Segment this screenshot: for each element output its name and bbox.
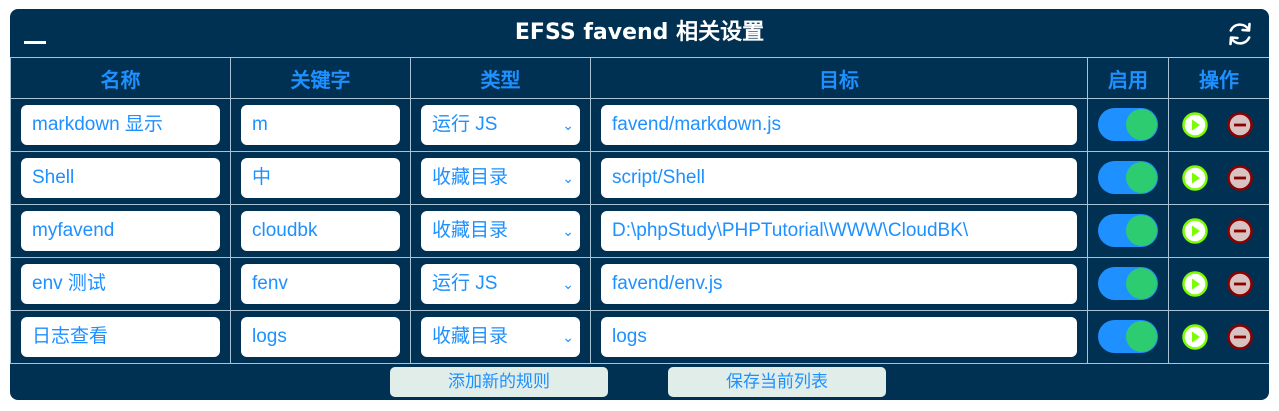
rule-name-input[interactable]: 日志查看 bbox=[21, 317, 220, 357]
chevron-down-icon: ⌄ bbox=[562, 329, 574, 345]
rule-type-value: 运行 JS bbox=[432, 114, 498, 135]
remove-icon[interactable] bbox=[1227, 324, 1253, 350]
rule-type-value: 收藏目录 bbox=[432, 220, 509, 241]
enabled-toggle[interactable] bbox=[1098, 320, 1158, 353]
add-rule-button[interactable]: 添加新的规则 bbox=[390, 367, 608, 397]
rule-type-select[interactable]: 收藏目录 ⌄ bbox=[421, 317, 580, 357]
enabled-toggle[interactable] bbox=[1098, 214, 1158, 247]
play-icon[interactable] bbox=[1182, 218, 1208, 244]
table-row: markdown 显示 m 运行 JS ⌄ favend/markdown.js bbox=[10, 98, 1269, 152]
title-bar: EFSS favend 相关设置 bbox=[10, 9, 1269, 57]
toggle-knob bbox=[1126, 109, 1157, 140]
rule-type-value: 运行 JS bbox=[432, 273, 498, 294]
rule-keyword-input[interactable]: m bbox=[241, 105, 400, 145]
rule-target-input[interactable]: D:\phpStudy\PHPTutorial\WWW\CloudBK\ bbox=[601, 211, 1077, 251]
rule-name-input[interactable]: Shell bbox=[21, 158, 220, 198]
enabled-toggle[interactable] bbox=[1098, 108, 1158, 141]
toggle-knob bbox=[1126, 321, 1157, 352]
refresh-icon[interactable] bbox=[1226, 20, 1254, 48]
rule-target-input[interactable]: script/Shell bbox=[601, 158, 1077, 198]
rule-target-input[interactable]: favend/env.js bbox=[601, 264, 1077, 304]
chevron-down-icon: ⌄ bbox=[562, 223, 574, 239]
column-header-enabled: 启用 bbox=[1087, 57, 1169, 99]
column-header-name: 名称 bbox=[10, 57, 231, 99]
table-row: Shell 中 收藏目录 ⌄ script/Shell bbox=[10, 151, 1269, 205]
rule-target-input[interactable]: favend/markdown.js bbox=[601, 105, 1077, 145]
rule-target-input[interactable]: logs bbox=[601, 317, 1077, 357]
rule-type-value: 收藏目录 bbox=[432, 326, 509, 347]
remove-icon[interactable] bbox=[1227, 271, 1253, 297]
toggle-knob bbox=[1126, 268, 1157, 299]
remove-icon[interactable] bbox=[1227, 165, 1253, 191]
rule-type-select[interactable]: 收藏目录 ⌄ bbox=[421, 158, 580, 198]
table-header-row: 名称 关键字 类型 目标 启用 操作 bbox=[10, 57, 1269, 99]
enabled-toggle[interactable] bbox=[1098, 267, 1158, 300]
chevron-down-icon: ⌄ bbox=[562, 276, 574, 292]
toggle-knob bbox=[1126, 215, 1157, 246]
enabled-toggle[interactable] bbox=[1098, 161, 1158, 194]
table-row: env 测试 fenv 运行 JS ⌄ favend/env.js bbox=[10, 257, 1269, 311]
remove-icon[interactable] bbox=[1227, 112, 1253, 138]
column-header-actions: 操作 bbox=[1168, 57, 1269, 99]
rule-type-select[interactable]: 运行 JS ⌄ bbox=[421, 105, 580, 145]
rule-name-input[interactable]: env 测试 bbox=[21, 264, 220, 304]
play-icon[interactable] bbox=[1182, 112, 1208, 138]
rule-type-select[interactable]: 收藏目录 ⌄ bbox=[421, 211, 580, 251]
rule-name-input[interactable]: myfavend bbox=[21, 211, 220, 251]
play-icon[interactable] bbox=[1182, 271, 1208, 297]
table-row: myfavend cloudbk 收藏目录 ⌄ D:\phpStudy\PHPTu… bbox=[10, 204, 1269, 258]
rule-keyword-input[interactable]: fenv bbox=[241, 264, 400, 304]
rule-keyword-input[interactable]: 中 bbox=[241, 158, 400, 198]
column-header-target: 目标 bbox=[590, 57, 1088, 99]
chevron-down-icon: ⌄ bbox=[562, 170, 574, 186]
settings-panel: EFSS favend 相关设置 名称 关键字 类型 目标 启用 操作 mark… bbox=[10, 9, 1269, 400]
rule-keyword-input[interactable]: cloudbk bbox=[241, 211, 400, 251]
rule-type-value: 收藏目录 bbox=[432, 167, 509, 188]
page-title: EFSS favend 相关设置 bbox=[514, 20, 765, 45]
rule-keyword-input[interactable]: logs bbox=[241, 317, 400, 357]
column-header-keyword: 关键字 bbox=[230, 57, 411, 99]
toggle-knob bbox=[1126, 162, 1157, 193]
save-list-button[interactable]: 保存当前列表 bbox=[668, 367, 886, 397]
table-row: 日志查看 logs 收藏目录 ⌄ logs bbox=[10, 310, 1269, 364]
rule-type-select[interactable]: 运行 JS ⌄ bbox=[421, 264, 580, 304]
column-header-type: 类型 bbox=[410, 57, 591, 99]
play-icon[interactable] bbox=[1182, 324, 1208, 350]
rule-name-input[interactable]: markdown 显示 bbox=[21, 105, 220, 145]
rules-table: 名称 关键字 类型 目标 启用 操作 markdown 显示 m 运行 JS ⌄ … bbox=[10, 57, 1269, 364]
play-icon[interactable] bbox=[1182, 165, 1208, 191]
chevron-down-icon: ⌄ bbox=[562, 117, 574, 133]
remove-icon[interactable] bbox=[1227, 218, 1253, 244]
